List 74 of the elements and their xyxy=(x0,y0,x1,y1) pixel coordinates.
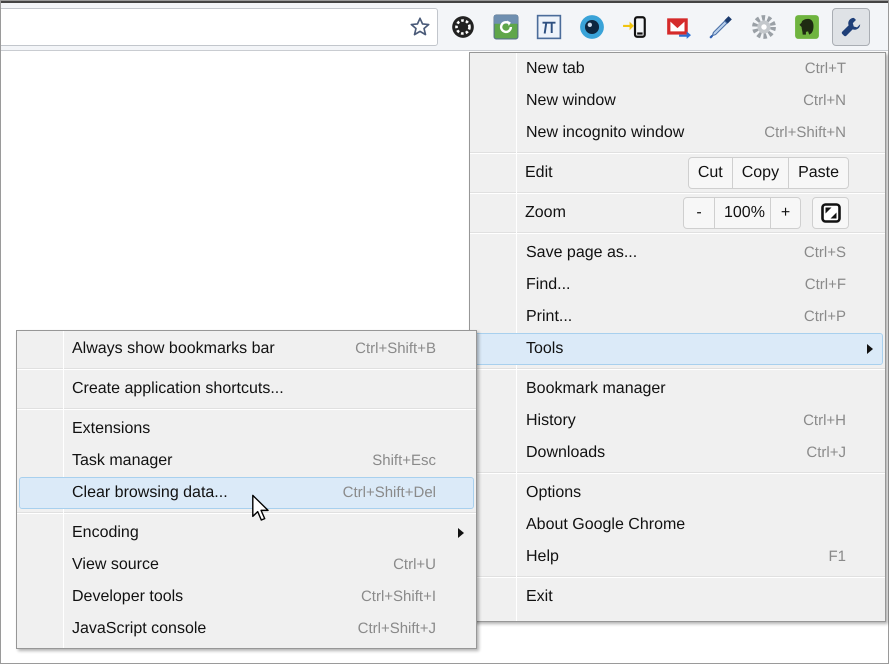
refresh-icon[interactable] xyxy=(493,14,519,40)
menu-item[interactable]: Find... Ctrl+F xyxy=(472,269,883,301)
edit-button[interactable]: Copy xyxy=(732,158,788,188)
shortcut-text: Ctrl+F xyxy=(804,274,846,295)
shortcut-text: Ctrl+J xyxy=(806,442,846,463)
wrench-icon xyxy=(840,16,862,38)
menu-item[interactable]: Always show bookmarks bar Ctrl+Shift+B xyxy=(19,333,474,365)
shortcut-text: Ctrl+Shift+N xyxy=(764,122,846,143)
menu-item[interactable]: Clear browsing data... Ctrl+Shift+Del xyxy=(19,477,474,509)
shortcut-text: Ctrl+S xyxy=(804,242,846,263)
shortcut-text: Ctrl+P xyxy=(804,306,846,327)
menu-item-label: Tools xyxy=(526,339,564,359)
menu-item-label: History xyxy=(526,411,576,431)
shortcut-text: Ctrl+N xyxy=(803,90,846,111)
menu-item-label: Downloads xyxy=(526,443,606,463)
menu-item-label: Options xyxy=(526,483,582,503)
shortcut-text: Ctrl+H xyxy=(803,410,846,431)
menu-item[interactable]: Create application shortcuts... xyxy=(19,373,474,405)
menu-item-label: About Google Chrome xyxy=(526,515,686,535)
menu-item-label: Find... xyxy=(526,275,570,295)
gear-icon[interactable] xyxy=(450,14,476,40)
menu-item[interactable]: Print... Ctrl+P xyxy=(472,301,883,333)
menu-item-label: New tab xyxy=(526,59,585,79)
submenu-arrow-icon xyxy=(458,528,464,538)
menu-item-label: JavaScript console xyxy=(72,619,206,639)
menu-item-label: Save page as... xyxy=(526,243,638,263)
menu-item-label: Always show bookmarks bar xyxy=(72,339,275,359)
menu-item[interactable]: JavaScript console Ctrl+Shift+J xyxy=(19,613,474,645)
menu-item-label: Developer tools xyxy=(72,587,184,607)
shortcut-text: Ctrl+Shift+Del xyxy=(342,482,436,503)
menu-item-label: Extensions xyxy=(72,419,150,439)
edit-button[interactable]: Paste xyxy=(788,158,848,188)
menu-item-label: Edit xyxy=(525,163,553,183)
menu-item[interactable]: Task manager Shift+Esc xyxy=(19,445,474,477)
edit-button[interactable]: Cut xyxy=(688,158,732,188)
menu-item-label: Exit xyxy=(526,587,553,607)
zoom-button[interactable]: 100% xyxy=(714,198,770,228)
menu-item[interactable]: New tab Ctrl+T xyxy=(472,53,883,85)
star-icon[interactable] xyxy=(409,16,431,38)
menu-item[interactable]: View source Ctrl+U xyxy=(19,549,474,581)
menu-item-label: Create application shortcuts... xyxy=(72,379,284,399)
menu-item-label: New incognito window xyxy=(526,123,684,143)
shortcut-text: Ctrl+Shift+I xyxy=(360,586,436,607)
menu-item-label: Zoom xyxy=(525,203,566,223)
shortcut-text: Ctrl+Shift+J xyxy=(358,618,436,639)
menu-item-label: Help xyxy=(526,547,559,567)
shortcut-text: Ctrl+T xyxy=(804,58,846,79)
phone-icon[interactable] xyxy=(622,14,648,40)
menu-item[interactable]: Save page as... Ctrl+S xyxy=(472,237,883,269)
zoom-button[interactable]: - xyxy=(684,198,714,228)
menu-item-label: Print... xyxy=(526,307,572,327)
menu-item-label: Encoding xyxy=(72,523,139,543)
shortcut-text: Ctrl+U xyxy=(393,554,436,575)
mouse-cursor-icon xyxy=(251,494,270,522)
menu-item[interactable]: Encoding xyxy=(19,517,474,549)
fullscreen-button[interactable] xyxy=(812,197,849,229)
wrench-button[interactable] xyxy=(832,8,870,46)
menu-item[interactable]: New window Ctrl+N xyxy=(472,85,883,117)
menu-item-label: New window xyxy=(526,91,616,111)
pi-icon[interactable] xyxy=(536,14,562,40)
menu-item[interactable]: Extensions xyxy=(19,413,474,445)
menu-item[interactable]: New incognito window Ctrl+Shift+N xyxy=(472,117,883,149)
menu-item-label: Clear browsing data... xyxy=(72,483,228,503)
menu-item-label: Bookmark manager xyxy=(526,379,666,399)
submenu-arrow-icon xyxy=(867,344,873,354)
menu-item[interactable]: Developer tools Ctrl+Shift+I xyxy=(19,581,474,613)
menu-item-label: Task manager xyxy=(72,451,172,471)
shortcut-text: Shift+Esc xyxy=(372,450,436,471)
shortcut-text: F1 xyxy=(828,546,846,567)
fullscreen-icon xyxy=(820,203,840,223)
shortcut-text: Ctrl+Shift+B xyxy=(355,338,436,359)
menu-item-label: View source xyxy=(72,555,159,575)
zoom-button[interactable]: + xyxy=(770,198,800,228)
eye-icon[interactable] xyxy=(579,14,605,40)
